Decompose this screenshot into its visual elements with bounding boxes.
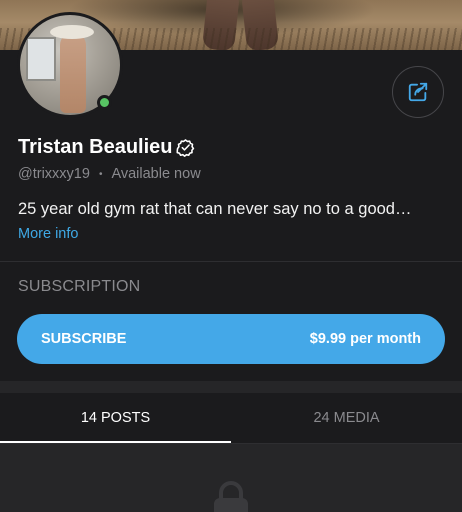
share-button[interactable] [392, 66, 444, 118]
profile-name-row: Tristan Beaulieu [18, 136, 195, 159]
subscribe-button[interactable]: SUBSCRIBE $9.99 per month [17, 314, 445, 364]
separator-dot: • [98, 168, 103, 180]
online-status-dot [97, 95, 112, 110]
availability-status: Available now [111, 166, 201, 182]
subscription-heading: SUBSCRIPTION [18, 278, 141, 295]
lock-icon [214, 481, 248, 512]
subscription-price: $9.99 per month [309, 331, 421, 347]
verified-check-icon [175, 138, 195, 157]
tab-posts[interactable]: 14 POSTS [0, 393, 231, 443]
profile-bio: 25 year old gym rat that can never say n… [18, 200, 412, 218]
handle-row: @trixxxy19 • Available now [18, 166, 201, 182]
more-info-link[interactable]: More info [18, 226, 78, 242]
profile-handle: @trixxxy19 [18, 166, 90, 182]
profile-page: Tristan Beaulieu @trixxxy19 • Available … [0, 0, 462, 512]
divider [0, 261, 462, 262]
profile-tabs: 14 POSTS 24 MEDIA [0, 393, 462, 443]
share-icon [408, 82, 428, 102]
section-separator [0, 381, 462, 393]
subscribe-button-label: SUBSCRIBE [41, 331, 127, 347]
tab-media[interactable]: 24 MEDIA [231, 393, 462, 443]
profile-name: Tristan Beaulieu [18, 136, 173, 158]
